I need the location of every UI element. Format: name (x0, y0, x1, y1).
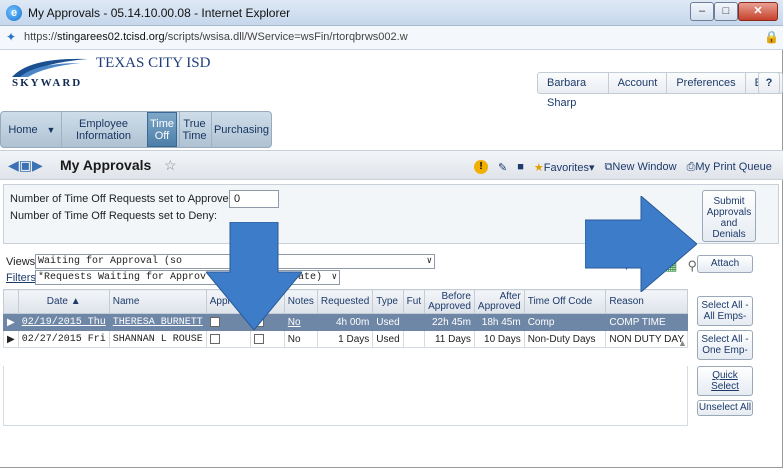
column-header[interactable]: After Approved (473, 289, 525, 314)
approve-count-label: Number of Time Off Requests set to Appro… (10, 193, 232, 205)
deny-count-label: Number of Time Off Requests set to Deny: (10, 210, 218, 222)
expand-column-header (3, 289, 19, 314)
nav-time-off[interactable]: Time Off (147, 112, 177, 147)
approve-checkbox[interactable] (209, 333, 220, 344)
expand-icon[interactable]: ▶ (3, 330, 19, 348)
column-header[interactable]: Name (108, 289, 207, 314)
attach-button[interactable]: Attach (697, 255, 753, 273)
notes-cell: No (283, 330, 318, 348)
approve-cell (205, 330, 251, 348)
select-all-all-button[interactable]: Select All -All Emps- (697, 296, 753, 326)
main-nav: Home ▼ Employee Information Time Off Tru… (0, 111, 272, 148)
new-window-link[interactable]: ⧉New Window (605, 161, 677, 174)
page-title-bar: ◀▣▶ My Approvals ☆ ! ✎ ■ ★Favorites▾ ⧉Ne… (0, 150, 783, 180)
help-button[interactable]: ? (758, 72, 780, 94)
approve-count-field: 0 (229, 190, 279, 208)
reason-cell: COMP TIME (605, 313, 688, 331)
nav-home[interactable]: Home (5, 112, 41, 147)
chevron-down-icon[interactable]: ▼ (43, 112, 59, 147)
scroll-up-icon[interactable]: ▲ (678, 338, 687, 348)
chevron-down-icon: ∨ (426, 256, 432, 266)
favorites-menu[interactable]: ★Favorites▾ (534, 161, 595, 174)
requested-cell: 1 Days (316, 330, 374, 348)
date-cell[interactable]: 02/19/2015 Thu (17, 313, 110, 331)
type-cell: Used (372, 330, 404, 348)
before-cell: 22h 45m (424, 313, 475, 331)
page-title: My Approvals (60, 157, 152, 173)
column-header[interactable]: Date ▲ (17, 289, 110, 314)
type-cell: Used (372, 313, 404, 331)
code-cell: Non-Duty Days (523, 330, 607, 348)
minimize-button[interactable]: – (690, 2, 714, 21)
alert-icon[interactable]: ! (474, 160, 488, 174)
name-cell[interactable]: THERESA BURNETT (108, 313, 207, 331)
unselect-all-button[interactable]: Unselect All (697, 400, 753, 416)
expand-icon[interactable]: ▶ (3, 313, 19, 331)
user-links: Barbara Sharp Account Preferences Exit (537, 72, 783, 109)
deny-checkbox[interactable] (253, 333, 264, 344)
right-arrow-annotation (585, 196, 697, 292)
requested-cell: 4h 00m (316, 313, 374, 331)
quick-select-button[interactable]: Quick Select (697, 366, 753, 396)
window-title: My Approvals - 05.14.10.00.08 - Internet… (28, 6, 291, 20)
reason-cell: NON DUTY DAY (605, 330, 688, 348)
column-header[interactable]: Fut (402, 289, 426, 314)
preferences-link[interactable]: Preferences (667, 73, 746, 93)
close-button[interactable]: ✕ (738, 2, 778, 21)
after-cell: 18h 45m (473, 313, 525, 331)
after-cell: 10 Days (473, 330, 525, 348)
date-cell[interactable]: 02/27/2015 Fri (17, 330, 110, 348)
print-queue-link[interactable]: ⎙My Print Queue (687, 161, 772, 174)
table-row[interactable]: ▶ 02/19/2015 Thu THERESA BURNETT No 4h 0… (3, 313, 688, 331)
edit-icon[interactable]: ✎ (498, 161, 507, 174)
code-cell: Comp (523, 313, 607, 331)
window-titlebar: e My Approvals - 05.14.10.00.08 - Intern… (0, 0, 783, 26)
nav-purchasing[interactable]: Purchasing (211, 112, 271, 147)
deny-cell (249, 330, 285, 348)
nav-true-time[interactable]: True Time (179, 112, 209, 147)
before-cell: 11 Days (424, 330, 475, 348)
approvals-table: Date ▲ Name Approve Deny Notes Requested… (3, 289, 688, 348)
ie-icon: e (6, 5, 22, 21)
down-arrow-annotation (206, 222, 302, 330)
column-header[interactable]: Reason (605, 289, 688, 314)
back-forward-icon[interactable]: ◀▣▶ (8, 157, 43, 174)
name-cell[interactable]: SHANNAN L ROUSE (108, 330, 207, 348)
table-header: Date ▲ Name Approve Deny Notes Requested… (3, 289, 688, 314)
table-empty-area (3, 366, 688, 426)
submit-approvals-button[interactable]: Submit Approvals and Denials (702, 190, 756, 242)
fut-cell (402, 313, 426, 331)
fut-cell (402, 330, 426, 348)
column-header[interactable]: Type (372, 289, 404, 314)
chevron-down-icon: ∨ (331, 272, 337, 282)
select-all-one-button[interactable]: Select All -One Emp- (697, 330, 753, 360)
table-row[interactable]: ▶ 02/27/2015 Fri SHANNAN L ROUSE No 1 Da… (3, 330, 688, 348)
logo-text: SKYWARD (12, 77, 83, 89)
maximize-button[interactable]: □ (714, 2, 738, 21)
lock-icon: 🔒 (764, 30, 779, 44)
column-header[interactable]: Requested (316, 289, 374, 314)
column-header[interactable]: Time Off Code (523, 289, 607, 314)
user-name: Barbara Sharp (538, 73, 609, 109)
camera-icon[interactable]: ■ (517, 161, 524, 173)
address-bar[interactable]: ✦ https://stingarees02.tcisd.org/scripts… (0, 26, 783, 50)
column-header[interactable]: Before Approved (424, 289, 475, 314)
favorite-star-icon[interactable]: ☆ (164, 157, 177, 174)
district-name: TEXAS CITY ISD (96, 55, 211, 71)
page-toolbar: ! ✎ ■ ★Favorites▾ ⧉New Window ⎙My Print … (474, 157, 772, 177)
page-icon: ✦ (6, 30, 17, 44)
address-url[interactable]: https://stingarees02.tcisd.org/scripts/w… (24, 31, 408, 43)
nav-employee-information[interactable]: Employee Information (61, 112, 145, 147)
views-label: Views: (6, 256, 39, 268)
account-link[interactable]: Account (609, 73, 668, 93)
skyward-logo: SKYWARD (10, 55, 90, 97)
